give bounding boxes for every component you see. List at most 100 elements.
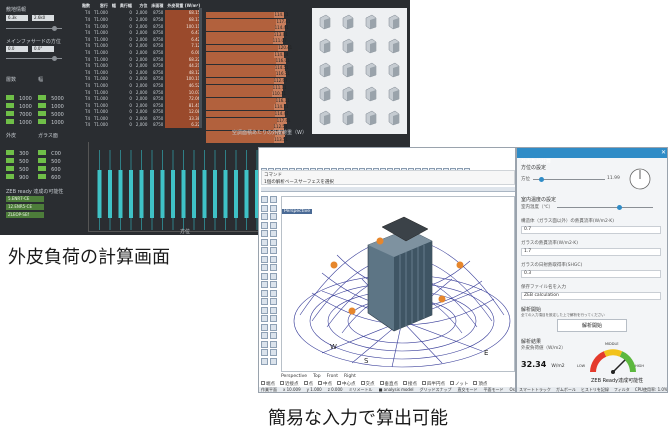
tool-icon[interactable]: [261, 221, 268, 229]
tool-icon[interactable]: [270, 255, 277, 263]
view-tab[interactable]: Right: [344, 374, 356, 379]
command-area[interactable]: コマンド 1個の解析ベースサーフェスを選択: [261, 170, 515, 185]
tool-icon[interactable]: [261, 298, 268, 305]
site-slider[interactable]: [6, 26, 62, 31]
tool-icon[interactable]: [261, 340, 268, 348]
tool-icon[interactable]: [261, 349, 268, 356]
load-bar-row: 114.11: [206, 12, 300, 18]
table-cell: [110, 56, 118, 63]
width-label: 幅: [38, 77, 44, 83]
tool-icon[interactable]: [261, 264, 268, 271]
checkbox-icon: [303, 381, 308, 385]
status-item: 作業平面: [261, 387, 277, 392]
tool-icon[interactable]: [270, 204, 277, 212]
tool-icon[interactable]: [261, 272, 268, 280]
tool-icon[interactable]: [261, 255, 268, 263]
model-thumbnail[interactable]: [316, 108, 334, 126]
view-tab[interactable]: Top: [313, 374, 321, 379]
filename-input[interactable]: ZEB calculation: [521, 292, 661, 300]
footer-item: フィルタ: [613, 387, 630, 392]
tool-icon[interactable]: [261, 204, 268, 212]
tool-icon[interactable]: [270, 349, 277, 356]
model-thumbnail[interactable]: [339, 84, 357, 102]
model-thumbnail[interactable]: [339, 36, 357, 54]
model-thumbnail[interactable]: [362, 60, 380, 78]
model-thumbnail[interactable]: [362, 12, 380, 30]
tool-icon[interactable]: [270, 340, 277, 348]
indoor-temp-slider[interactable]: [557, 205, 653, 210]
tool-icon[interactable]: [270, 323, 277, 331]
model-thumbnail[interactable]: [385, 84, 403, 102]
table-row: T4 T1.000 0 2,000 8750 100.11: [80, 22, 203, 30]
ribbon-tabs[interactable]: [261, 187, 515, 192]
facade-input-b[interactable]: 0.0°: [32, 46, 54, 52]
load-bar-row: 111.11: [206, 84, 300, 91]
model-thumbnail[interactable]: [316, 84, 334, 102]
model-thumbnail[interactable]: [362, 108, 380, 126]
tool-icon[interactable]: [261, 213, 268, 220]
perspective-viewport[interactable]: Perspective W S E: [281, 196, 515, 372]
tool-icon[interactable]: [270, 315, 277, 322]
model-thumbnail[interactable]: [362, 84, 380, 102]
table-cell: 8750: [153, 36, 164, 42]
close-icon[interactable]: ✕: [661, 149, 666, 156]
tool-icon[interactable]: [261, 332, 268, 339]
model-thumbnail[interactable]: [385, 12, 403, 30]
tool-icon[interactable]: [261, 247, 268, 254]
table-header-cell: 窓行: [99, 3, 108, 9]
table-cell: 2,000: [135, 102, 148, 108]
view-tab[interactable]: Front: [327, 374, 338, 379]
tool-icon[interactable]: [270, 230, 277, 237]
table-scrollbar[interactable]: [199, 8, 202, 128]
run-analysis-button[interactable]: 解析開始: [557, 319, 627, 332]
tool-icon[interactable]: [270, 221, 277, 229]
model-thumbnail[interactable]: [362, 36, 380, 54]
model-thumbnail[interactable]: [316, 60, 334, 78]
table-cell: 8750: [153, 102, 164, 108]
model-thumbnail[interactable]: [385, 108, 403, 126]
checkbox-icon: [379, 381, 384, 385]
shgc-input[interactable]: 0.3: [521, 270, 661, 278]
tool-icon[interactable]: [270, 306, 277, 314]
tool-icon[interactable]: [270, 298, 277, 305]
view-tab[interactable]: Perspective: [281, 374, 307, 379]
tool-icon[interactable]: [261, 315, 268, 322]
tool-icon[interactable]: [270, 289, 277, 297]
site-width-input[interactable]: 6.3k: [6, 15, 28, 21]
table-cell: T1.000: [94, 82, 108, 88]
tool-icon[interactable]: [261, 323, 268, 331]
model-thumbnail[interactable]: [316, 36, 334, 54]
compass-dial[interactable]: [629, 168, 651, 190]
facade-slider[interactable]: [6, 56, 62, 61]
table-row: T4 T1.000 0 2,000 8750 6.00: [80, 49, 203, 56]
tool-icon[interactable]: [270, 247, 277, 254]
table-cell: 0: [129, 16, 132, 22]
tool-icon[interactable]: [270, 238, 277, 246]
model-thumbnail[interactable]: [385, 36, 403, 54]
glass-u-input[interactable]: 1.7: [521, 248, 661, 256]
orientation-slider[interactable]: [533, 177, 605, 182]
wall-u-input[interactable]: 0.7: [521, 226, 661, 234]
tool-icon[interactable]: [261, 230, 268, 237]
site-depth-input[interactable]: 2.6k0: [32, 15, 54, 21]
tool-icon[interactable]: [270, 196, 277, 203]
tool-icon[interactable]: [261, 306, 268, 314]
facade-input-a[interactable]: 0.0: [6, 46, 28, 52]
tool-icon[interactable]: [261, 357, 268, 365]
tool-icon[interactable]: [261, 289, 268, 297]
model-thumbnail[interactable]: [339, 60, 357, 78]
tool-icon[interactable]: [270, 332, 277, 339]
tool-icon[interactable]: [270, 272, 277, 280]
table-cell: 2,000: [135, 76, 148, 82]
model-thumbnail[interactable]: [316, 12, 334, 30]
tool-icon[interactable]: [270, 281, 277, 288]
model-thumbnail[interactable]: [385, 60, 403, 78]
tool-icon[interactable]: [261, 196, 268, 203]
model-thumbnail[interactable]: [339, 108, 357, 126]
model-thumbnail[interactable]: [339, 12, 357, 30]
tool-icon[interactable]: [261, 281, 268, 288]
tool-icon[interactable]: [270, 213, 277, 220]
tool-icon[interactable]: [270, 357, 277, 365]
tool-icon[interactable]: [261, 238, 268, 246]
tool-icon[interactable]: [270, 264, 277, 271]
